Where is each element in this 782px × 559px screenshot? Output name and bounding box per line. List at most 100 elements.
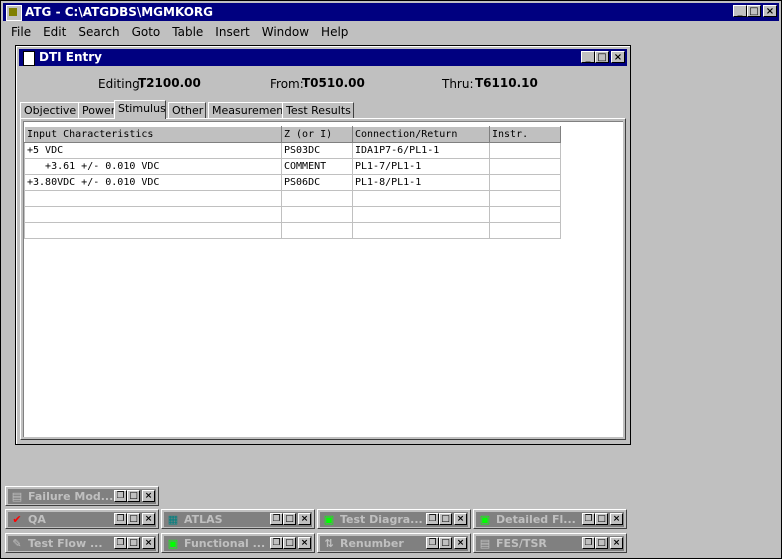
minimized-atlas[interactable]: ▦ ATLAS ❐ □ × xyxy=(161,509,315,529)
restore-button[interactable]: ❐ xyxy=(270,537,283,549)
minimized-label: Failure Mod... xyxy=(28,490,114,503)
minimized-detailed-flow[interactable]: ▣ Detailed Fl... ❐ □ × xyxy=(473,509,627,529)
restore-button[interactable]: ❐ xyxy=(114,513,127,525)
maximize-button[interactable]: □ xyxy=(127,537,140,549)
maximize-button[interactable]: □ xyxy=(439,537,452,549)
table-cell[interactable]: PL1-8/PL1-1 xyxy=(352,174,490,191)
minimized-failure-modes[interactable]: ▤ Failure Mod... ❐ □ × xyxy=(5,486,159,506)
table-row[interactable]: +3.61 +/- 0.010 VDC COMMENT PL1-7/PL1-1 xyxy=(24,158,561,175)
table-cell[interactable] xyxy=(489,222,561,239)
minimized-qa[interactable]: ✔ QA ❐ □ × xyxy=(5,509,159,529)
close-button[interactable]: × xyxy=(142,537,155,549)
menu-table[interactable]: Table xyxy=(172,25,203,39)
table-cell[interactable]: IDA1P7-6/PL1-1 xyxy=(352,142,490,159)
close-button[interactable]: × xyxy=(142,490,155,502)
close-button[interactable]: × xyxy=(763,5,777,17)
menu-edit[interactable]: Edit xyxy=(43,25,66,39)
column-header-input-characteristics[interactable]: Input Characteristics xyxy=(24,126,282,143)
tab-stimulus[interactable]: Stimulus xyxy=(114,100,166,119)
minimized-label: Test Diagra... xyxy=(340,513,423,526)
table-cell[interactable]: PL1-7/PL1-1 xyxy=(352,158,490,175)
column-header-z[interactable]: Z (or I) xyxy=(281,126,353,143)
maximize-button[interactable]: □ xyxy=(127,490,140,502)
maximize-button[interactable]: □ xyxy=(595,513,608,525)
table-cell[interactable] xyxy=(24,190,282,207)
close-button[interactable]: × xyxy=(142,513,155,525)
table-cell[interactable] xyxy=(352,222,490,239)
dti-minimize-button[interactable]: _ xyxy=(581,51,595,63)
restore-button[interactable]: ❐ xyxy=(426,513,439,525)
minimized-test-diagram[interactable]: ▣ Test Diagra... ❐ □ × xyxy=(317,509,471,529)
dti-maximize-button[interactable]: □ xyxy=(595,51,609,63)
table-cell[interactable] xyxy=(24,206,282,223)
stimulus-grid[interactable]: Input Characteristics Z (or I) Connectio… xyxy=(23,121,623,437)
close-button[interactable]: × xyxy=(298,513,311,525)
maximize-button[interactable]: □ xyxy=(595,537,608,549)
table-cell[interactable]: +3.61 +/- 0.010 VDC xyxy=(24,158,282,175)
table-cell[interactable] xyxy=(489,158,561,175)
close-button[interactable]: × xyxy=(610,513,623,525)
restore-button[interactable]: ❐ xyxy=(582,513,595,525)
table-cell[interactable]: PS06DC xyxy=(281,174,353,191)
menu-insert[interactable]: Insert xyxy=(215,25,249,39)
thru-value: T6110.10 xyxy=(475,76,538,90)
table-row[interactable] xyxy=(24,222,561,239)
table-row[interactable]: +3.80VDC +/- 0.010 VDC PS06DC PL1-8/PL1-1 xyxy=(24,174,561,191)
close-button[interactable]: × xyxy=(454,537,467,549)
maximize-button[interactable]: □ xyxy=(283,537,296,549)
table-row[interactable] xyxy=(24,190,561,207)
table-cell[interactable]: +3.80VDC +/- 0.010 VDC xyxy=(24,174,282,191)
dti-titlebar[interactable]: DTI Entry _ □ × xyxy=(19,49,627,66)
from-label: From: xyxy=(270,77,304,91)
column-header-connection[interactable]: Connection/Return xyxy=(352,126,490,143)
app-titlebar[interactable]: ATG - C:\ATGDBS\MGMKORG _ □ × xyxy=(3,3,779,21)
restore-button[interactable]: ❐ xyxy=(114,490,127,502)
tab-test-results[interactable]: Test Results xyxy=(282,102,354,118)
table-cell[interactable] xyxy=(24,222,282,239)
table-cell[interactable] xyxy=(489,142,561,159)
dti-close-button[interactable]: × xyxy=(611,51,625,63)
restore-button[interactable]: ❐ xyxy=(114,537,127,549)
table-cell[interactable]: PS03DC xyxy=(281,142,353,159)
tab-power[interactable]: Power xyxy=(78,102,116,118)
close-button[interactable]: × xyxy=(298,537,311,549)
app-icon[interactable] xyxy=(6,5,22,21)
menu-search[interactable]: Search xyxy=(78,25,119,39)
minimize-button[interactable]: _ xyxy=(733,5,747,17)
table-cell[interactable] xyxy=(352,190,490,207)
tab-objective[interactable]: Objective xyxy=(20,102,79,118)
table-cell[interactable] xyxy=(281,206,353,223)
minimized-renumber[interactable]: ⇅ Renumber ❐ □ × xyxy=(317,533,471,553)
tab-other[interactable]: Other xyxy=(168,102,206,118)
maximize-button[interactable]: □ xyxy=(283,513,296,525)
restore-button[interactable]: ❐ xyxy=(270,513,283,525)
close-button[interactable]: × xyxy=(610,537,623,549)
menu-help[interactable]: Help xyxy=(321,25,348,39)
table-cell[interactable]: COMMENT xyxy=(281,158,353,175)
minimized-fes-tsr[interactable]: ▤ FES/TSR ❐ □ × xyxy=(473,533,627,553)
restore-button[interactable]: ❐ xyxy=(582,537,595,549)
document-icon[interactable] xyxy=(23,51,35,66)
maximize-button[interactable]: □ xyxy=(439,513,452,525)
maximize-button[interactable]: □ xyxy=(127,513,140,525)
table-cell[interactable] xyxy=(281,190,353,207)
editing-value: T2100.00 xyxy=(138,76,201,90)
table-cell[interactable]: +5 VDC xyxy=(24,142,282,159)
tab-measurement[interactable]: Measurement xyxy=(208,102,288,118)
menu-window[interactable]: Window xyxy=(262,25,309,39)
table-cell[interactable] xyxy=(352,206,490,223)
maximize-button[interactable]: □ xyxy=(747,5,761,17)
table-cell[interactable] xyxy=(489,190,561,207)
minimized-functional[interactable]: ▣ Functional ... ❐ □ × xyxy=(161,533,315,553)
table-row[interactable] xyxy=(24,206,561,223)
menu-goto[interactable]: Goto xyxy=(132,25,161,39)
table-cell[interactable] xyxy=(489,206,561,223)
table-cell[interactable] xyxy=(281,222,353,239)
restore-button[interactable]: ❐ xyxy=(426,537,439,549)
menu-file[interactable]: File xyxy=(11,25,31,39)
column-header-instr[interactable]: Instr. xyxy=(489,126,561,143)
minimized-test-flow[interactable]: ✎ Test Flow ... ❐ □ × xyxy=(5,533,159,553)
close-button[interactable]: × xyxy=(454,513,467,525)
table-cell[interactable] xyxy=(489,174,561,191)
table-row[interactable]: +5 VDC PS03DC IDA1P7-6/PL1-1 xyxy=(24,142,561,159)
